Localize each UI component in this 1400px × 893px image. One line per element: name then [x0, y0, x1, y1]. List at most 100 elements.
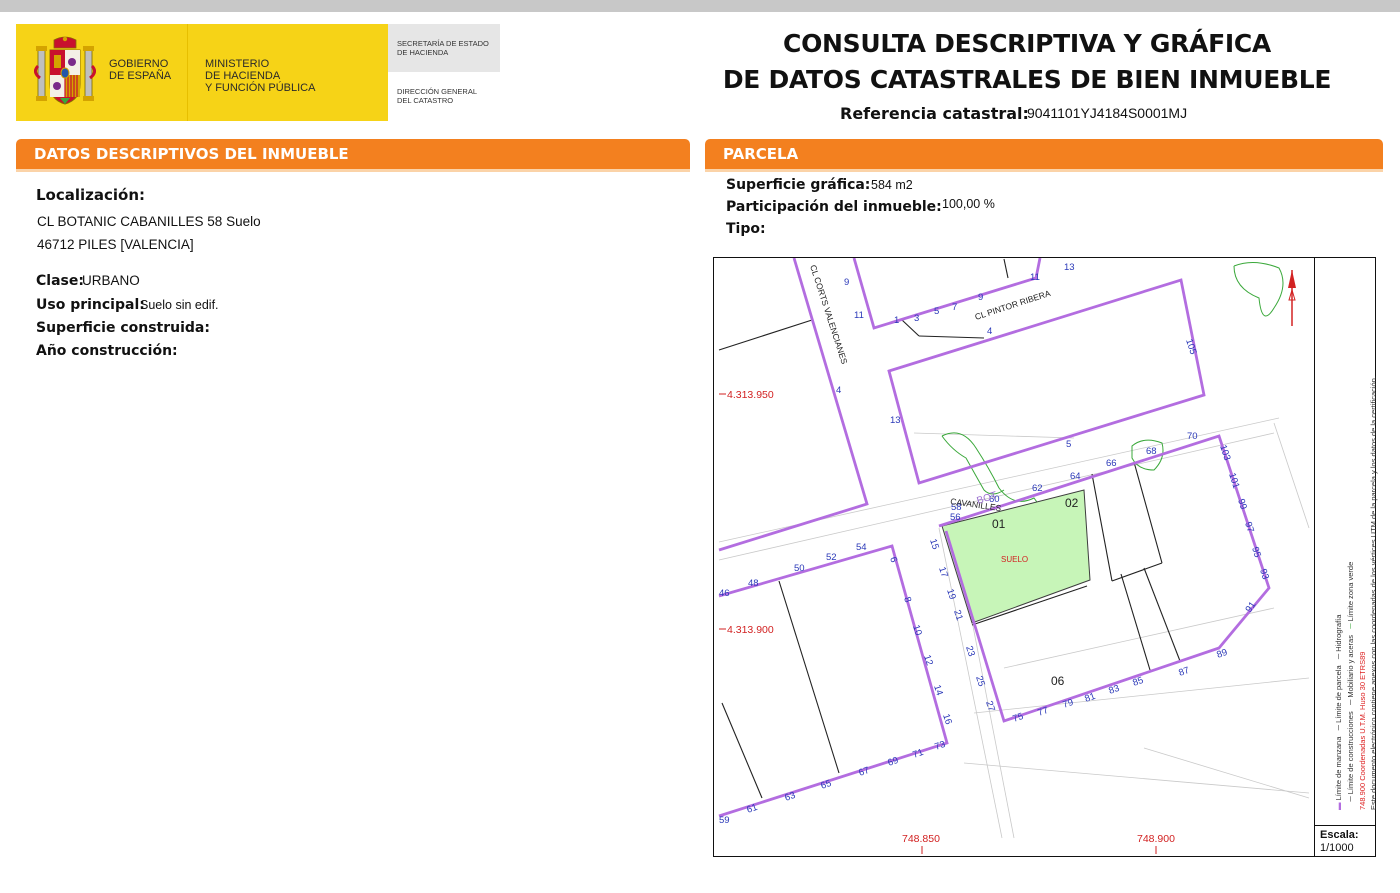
hn-52: 52 — [826, 552, 837, 563]
hn-19: 19 — [944, 588, 958, 601]
legend-limite-construcciones: Límite de construcciones — [1346, 711, 1355, 795]
hn-68: 68 — [1146, 446, 1157, 457]
parcela-header: PARCELA — [705, 139, 1383, 172]
hn-50: 50 — [794, 563, 805, 574]
hn-17: 17 — [936, 566, 950, 579]
superficie-construida-label: Superficie construida: — [36, 320, 210, 336]
hn-99: 99 — [1235, 498, 1249, 511]
hn-10: 10 — [910, 624, 924, 637]
legend-coord-note: 748.900 Coordenadas U.T.M. Huso 30 ETRS8… — [1358, 651, 1367, 810]
hn-4a: 4 — [987, 326, 992, 337]
hn-81: 81 — [1083, 691, 1097, 705]
hn-11a: 11 — [854, 310, 864, 321]
gobierno-line-1: GOBIERNO — [109, 58, 169, 70]
legend-limite-parcela: Límite de parcela — [1334, 665, 1343, 723]
referencia-label: Referencia catastral: — [840, 104, 1029, 123]
referencia-value: 9041101YJ4184S0001MJ — [1027, 105, 1188, 121]
scale-label: Escala: — [1320, 829, 1359, 841]
hn-73: 73 — [933, 739, 947, 753]
datos-descriptivos-title-prefix: DATOS DESCRIPTIVOS DEL — [34, 145, 262, 163]
hn-56: 56 — [950, 512, 961, 523]
document-title: CONSULTA DESCRIPTIVA Y GRÁFICA DE DATOS … — [710, 26, 1344, 98]
hn-46: 46 — [719, 588, 730, 599]
clase-label: Clase: — [36, 273, 84, 289]
address-line-1: CL BOTANIC CABANILLES 58 Suelo — [37, 214, 261, 229]
legend-symbols: ▬ Límite de manzana ─ Límite de parcela … — [1334, 614, 1343, 810]
datos-descriptivos-title-bold: INMUEBLE — [261, 145, 349, 163]
hn-13a: 13 — [1064, 262, 1075, 273]
direccion-text: DIRECCIÓN GENERAL DEL CATASTRO — [397, 87, 477, 105]
localizacion-label: Localización: — [36, 186, 146, 204]
hn-87: 87 — [1177, 665, 1191, 679]
gobierno-line-2: DE ESPAÑA — [109, 70, 172, 82]
hn-4b: 4 — [836, 385, 841, 396]
hn-15: 15 — [927, 538, 941, 551]
hn-5: 5 — [934, 306, 939, 317]
legend-limite-manzana: Límite de manzana — [1334, 736, 1343, 801]
direccion-line-2: DEL CATASTRO — [397, 96, 454, 105]
document-title-line-1: CONSULTA DESCRIPTIVA Y GRÁFICA — [783, 29, 1271, 58]
participacion-value: 100,00 % — [942, 197, 995, 211]
scale-value: 1/1000 — [1320, 842, 1354, 854]
hn-54: 54 — [856, 542, 867, 553]
secretaria-line-2: DE HACIENDA — [397, 48, 449, 57]
coat-of-arms-icon — [34, 36, 96, 105]
superficie-grafica-value: 584 m2 — [871, 178, 913, 192]
parcel-label-suelo: SUELO — [1001, 555, 1028, 564]
north-arrow-icon — [1288, 270, 1296, 326]
hn-12: 12 — [921, 654, 935, 667]
clase-value: URBANO — [82, 273, 140, 288]
construction-lines — [718, 417, 1310, 839]
hn-62: 62 — [1032, 483, 1043, 494]
hn-97: 97 — [1242, 521, 1256, 534]
hn-7: 7 — [952, 302, 957, 313]
legend-mobiliario: Mobiliario y aceras — [1346, 635, 1355, 698]
legend-doc-note: Este documento electrónico contiene anex… — [1369, 376, 1378, 810]
hn-75: 75 — [1011, 711, 1025, 725]
direccion-line-1: DIRECCIÓN GENERAL — [397, 87, 478, 96]
hn-48: 48 — [748, 578, 759, 589]
hn-95: 95 — [1249, 546, 1263, 559]
parcel-label-06: 06 — [1051, 674, 1065, 688]
datos-descriptivos-header: DATOS DESCRIPTIVOS DEL INMUEBLE — [16, 139, 690, 172]
ministerio-line-1: MINISTERIO — [205, 58, 270, 70]
hn-103: 103 — [1217, 444, 1232, 462]
address-line-2: 46712 PILES [VALENCIA] — [37, 237, 194, 252]
hn-93: 93 — [1257, 568, 1271, 581]
anio-construccion-label: Año construcción: — [36, 343, 178, 359]
superficie-grafica-label: Superficie gráfica: — [726, 177, 871, 193]
secretaria-line-1: SECRETARÍA DE ESTADO — [397, 39, 489, 48]
hn-89: 89 — [1215, 647, 1229, 661]
coord-y-4313900: 4.313.900 — [727, 624, 774, 636]
hn-9: 9 — [844, 277, 849, 288]
hn-1: 1 — [894, 315, 899, 326]
hn-9b: 9 — [978, 292, 983, 303]
scale-box: Escala: 1/1000 — [1314, 825, 1376, 856]
hn-11b: 11 — [1030, 272, 1040, 283]
coord-y-4313950: 4.313.950 — [727, 389, 774, 401]
cadastral-map: 9 11 1 3 5 7 9 11 13 4 105 4 13 5 70 68 … — [713, 257, 1378, 857]
logo-divider — [187, 24, 188, 121]
uso-value: Suelo sin edif. — [140, 298, 219, 312]
hn-3: 3 — [914, 313, 919, 324]
coord-x-748900: 748.900 — [1137, 833, 1175, 845]
document-title-line-2: DE DATOS CATASTRALES DE BIEN INMUEBLE — [722, 65, 1332, 94]
parcel-label-02: 02 — [1065, 496, 1079, 510]
hn-69: 69 — [886, 755, 900, 769]
ministerio-line-2: DE HACIENDA — [205, 70, 281, 82]
hn-101: 101 — [1226, 472, 1241, 490]
hn-83: 83 — [1107, 683, 1121, 697]
hn-85: 85 — [1131, 675, 1145, 689]
tipo-label: Tipo: — [726, 221, 766, 237]
gobierno-text: GOBIERNO DE ESPAÑA — [109, 58, 171, 82]
coord-x-748850: 748.850 — [902, 833, 940, 845]
top-bar — [0, 0, 1400, 12]
government-logo: GOBIERNO DE ESPAÑA MINISTERIO DE HACIEND… — [16, 24, 500, 121]
ministerio-line-3: Y FUNCIÓN PÚBLICA — [205, 82, 316, 94]
ministerio-text: MINISTERIO DE HACIENDA Y FUNCIÓN PÚBLICA — [205, 58, 315, 94]
hn-21: 21 — [951, 609, 965, 622]
legend-zona-verde: Límite zona verde — [1346, 561, 1355, 622]
map-legend: ▬ Límite de manzana ─ Límite de parcela … — [1314, 258, 1378, 825]
secretaria-text: SECRETARÍA DE ESTADO DE HACIENDA — [397, 39, 489, 57]
hn-70: 70 — [1187, 431, 1198, 442]
